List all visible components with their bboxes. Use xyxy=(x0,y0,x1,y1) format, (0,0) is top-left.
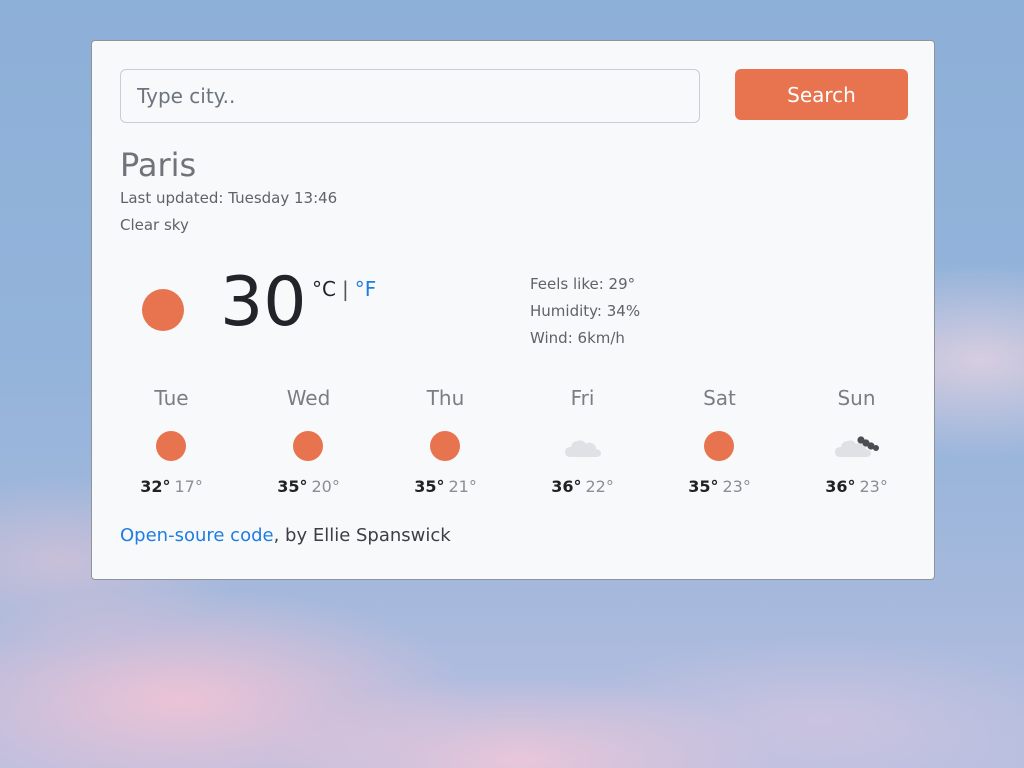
cloud-icon xyxy=(564,431,601,463)
forecast-day-name: Tue xyxy=(154,386,189,410)
forecast-min: 17° xyxy=(174,477,203,496)
source-code-link[interactable]: Open-soure code xyxy=(120,525,274,546)
forecast-day-name: Wed xyxy=(286,386,331,410)
sun-icon xyxy=(142,289,184,331)
forecast-temps: 36° 23° xyxy=(788,477,925,496)
forecast-temps: 36° 22° xyxy=(514,477,651,496)
weather-details: Feels like: 29° Humidity: 34% Wind: 6km/… xyxy=(530,271,640,352)
feels-like: Feels like: 29° xyxy=(530,275,636,293)
city-name: Paris xyxy=(120,146,197,184)
current-temperature: 30 xyxy=(220,263,307,342)
forecast-temps: 35° 21° xyxy=(377,477,514,496)
forecast-temps: 35° 20° xyxy=(240,477,377,496)
sun-icon xyxy=(155,431,188,463)
forecast-day-name: Sat xyxy=(703,386,736,410)
forecast-day: Sun 36° 23° xyxy=(788,381,925,496)
forecast-min: 21° xyxy=(448,477,477,496)
sun-icon xyxy=(429,431,462,463)
celsius-unit: °C xyxy=(312,277,336,301)
wind: Wind: 6km/h xyxy=(530,329,625,347)
forecast-day: Tue 32° 17° xyxy=(103,381,240,496)
forecast-row: Tue 32° 17° Wed 35° 20° Thu 35° 21° Fri 36°… xyxy=(103,381,925,511)
forecast-max: 35° xyxy=(414,477,445,496)
forecast-min: 22° xyxy=(585,477,614,496)
forecast-day-name: Thu xyxy=(426,386,465,410)
forecast-day: Fri 36° 22° xyxy=(514,381,651,496)
fahrenheit-link[interactable]: °F xyxy=(355,277,377,301)
forecast-day: Wed 35° 20° xyxy=(240,381,377,496)
sun-icon xyxy=(292,431,325,463)
humidity: Humidity: 34% xyxy=(530,302,641,320)
unit-separator: | xyxy=(341,277,349,301)
footer-credit: Open-soure code, by Ellie Spanswick xyxy=(120,525,451,546)
forecast-min: 23° xyxy=(859,477,888,496)
forecast-temps: 32° 17° xyxy=(103,477,240,496)
forecast-max: 36° xyxy=(825,477,856,496)
forecast-day: Sat 35° 23° xyxy=(651,381,788,496)
search-button[interactable]: Search xyxy=(735,69,908,120)
forecast-max: 35° xyxy=(688,477,719,496)
forecast-temps: 35° 23° xyxy=(651,477,788,496)
cloud-storm-icon xyxy=(834,431,879,463)
last-updated: Last updated: Tuesday 13:46 xyxy=(120,189,338,207)
forecast-min: 20° xyxy=(311,477,340,496)
weather-description: Clear sky xyxy=(120,216,189,234)
forecast-day-name: Sun xyxy=(837,386,876,410)
forecast-day-name: Fri xyxy=(570,386,595,410)
weather-card: Search Paris Last updated: Tuesday 13:46… xyxy=(91,40,935,580)
forecast-max: 35° xyxy=(277,477,308,496)
forecast-max: 32° xyxy=(140,477,171,496)
forecast-max: 36° xyxy=(551,477,582,496)
forecast-day: Thu 35° 21° xyxy=(377,381,514,496)
unit-toggle: °C | °F xyxy=(312,277,376,301)
footer-author: , by Ellie Spanswick xyxy=(273,525,451,546)
city-search-input[interactable] xyxy=(120,69,700,123)
sun-icon xyxy=(703,431,736,463)
forecast-min: 23° xyxy=(722,477,751,496)
